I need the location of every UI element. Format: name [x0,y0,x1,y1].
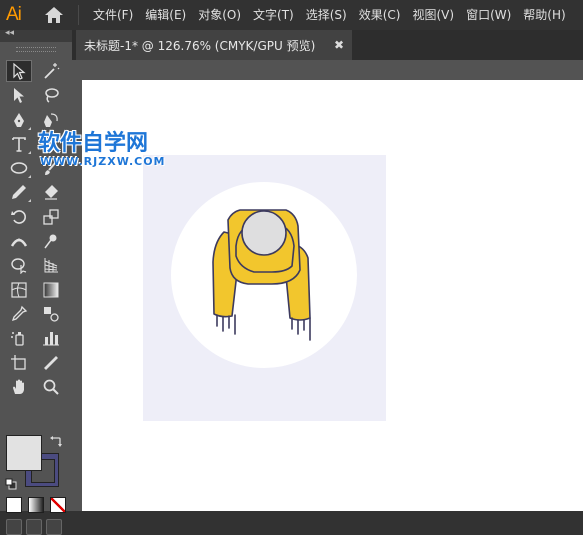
menu-type[interactable]: 文字(T) [247,0,300,30]
menu-view[interactable]: 视图(V) [406,0,460,30]
pencil-icon [12,185,26,200]
draw-behind-button[interactable] [26,519,42,535]
blend-icon [44,306,59,322]
tools-panel-grip[interactable] [0,42,72,56]
scale-tool[interactable] [38,206,64,228]
mesh-tool[interactable] [6,279,32,301]
hand-tool[interactable] [6,376,32,398]
slice-tool[interactable] [38,352,64,374]
document-tab-bar: 未标题-1* @ 126.76% (CMYK/GPU 预览) ✖ [72,30,583,60]
gradient-icon [43,282,59,298]
artboard-icon [11,354,26,370]
pen-icon [14,112,24,127]
ellipse-tool[interactable] [6,157,32,179]
menu-window[interactable]: 窗口(W) [460,0,517,30]
eyedropper-icon [11,305,28,321]
home-icon[interactable] [42,3,66,27]
fill-color-swatch[interactable] [6,435,42,471]
direct-selection-tool[interactable] [6,84,32,106]
lasso-icon [45,88,59,103]
draw-normal-button[interactable] [6,519,22,535]
pin-icon [44,234,57,249]
tools-panel-header: ◂◂ [0,28,72,42]
gradient-tool[interactable] [38,279,64,301]
menu-file[interactable]: 文件(F) [87,0,139,30]
draw-inside-button[interactable] [46,519,62,535]
shape-builder-icon [11,258,27,275]
menu-object[interactable]: 对象(O) [192,0,247,30]
draw-mode-row [6,519,62,535]
shape-builder-tool[interactable] [6,254,32,276]
hand-icon [13,379,24,394]
direct-selection-arrow-icon [14,88,24,104]
pencil-tool[interactable] [6,181,32,203]
document-tab-underlay [72,60,583,80]
artboard-tool[interactable] [6,352,32,374]
lasso-tool[interactable] [38,84,64,106]
eraser-tool[interactable] [38,181,64,203]
column-graph-icon [43,332,59,346]
menu-help[interactable]: 帮助(H) [517,0,571,30]
selection-tool[interactable] [6,60,32,82]
width-icon [10,238,28,247]
column-graph-tool[interactable] [38,327,64,349]
magic-wand-tool[interactable] [38,60,64,82]
blend-tool[interactable] [38,303,64,325]
symbol-sprayer-icon [11,332,24,346]
slice-icon [44,355,58,370]
tool-grid [6,60,66,400]
tools-panel: ◂◂ [0,28,72,535]
scale-icon [43,209,59,225]
rotate-icon [11,209,26,224]
perspective-grid-icon [44,258,58,273]
zoom-tool[interactable] [38,376,64,398]
document-tab-title: 未标题-1* @ 126.76% (CMYK/GPU 预览) [84,38,316,53]
document-tab[interactable]: 未标题-1* @ 126.76% (CMYK/GPU 预览) ✖ [76,30,352,60]
eyedropper-tool[interactable] [6,303,32,325]
selection-arrow-icon [13,62,26,80]
menu-bar: Ai 文件(F) 编辑(E) 对象(O) 文字(T) 选择(S) 效果(C) 视… [0,0,583,30]
magnifier-icon [43,379,59,395]
symbol-sprayer-tool[interactable] [6,327,32,349]
mesh-icon [11,282,27,298]
swap-fill-stroke-icon[interactable] [49,434,63,448]
puppet-warp-tool[interactable] [38,230,64,252]
rotate-tool[interactable] [6,206,32,228]
close-icon[interactable]: ✖ [334,38,344,52]
app-logo: Ai [6,4,22,25]
menu-select[interactable]: 选择(S) [300,0,353,30]
canvas[interactable] [82,80,583,511]
menu-separator [78,5,79,25]
watermark-title: 软件自学网 [38,131,149,156]
ellipse-icon [10,162,28,174]
eraser-icon [45,185,58,201]
collapse-panel-icon[interactable]: ◂◂ [5,28,14,38]
menu-effect[interactable]: 效果(C) [353,0,407,30]
magic-wand-icon [44,63,60,79]
watermark-url: WWW.RJZXW.COM [40,155,166,168]
perspective-grid-tool[interactable] [38,254,64,276]
scarf-illustration[interactable] [212,206,316,342]
document-area: 未标题-1* @ 126.76% (CMYK/GPU 预览) ✖ [72,30,583,511]
default-fill-stroke-icon[interactable] [5,475,17,490]
width-tool[interactable] [6,230,32,252]
menu-edit[interactable]: 编辑(E) [139,0,192,30]
type-tool[interactable] [6,133,32,155]
type-icon [12,137,26,152]
pen-tool[interactable] [6,109,32,131]
